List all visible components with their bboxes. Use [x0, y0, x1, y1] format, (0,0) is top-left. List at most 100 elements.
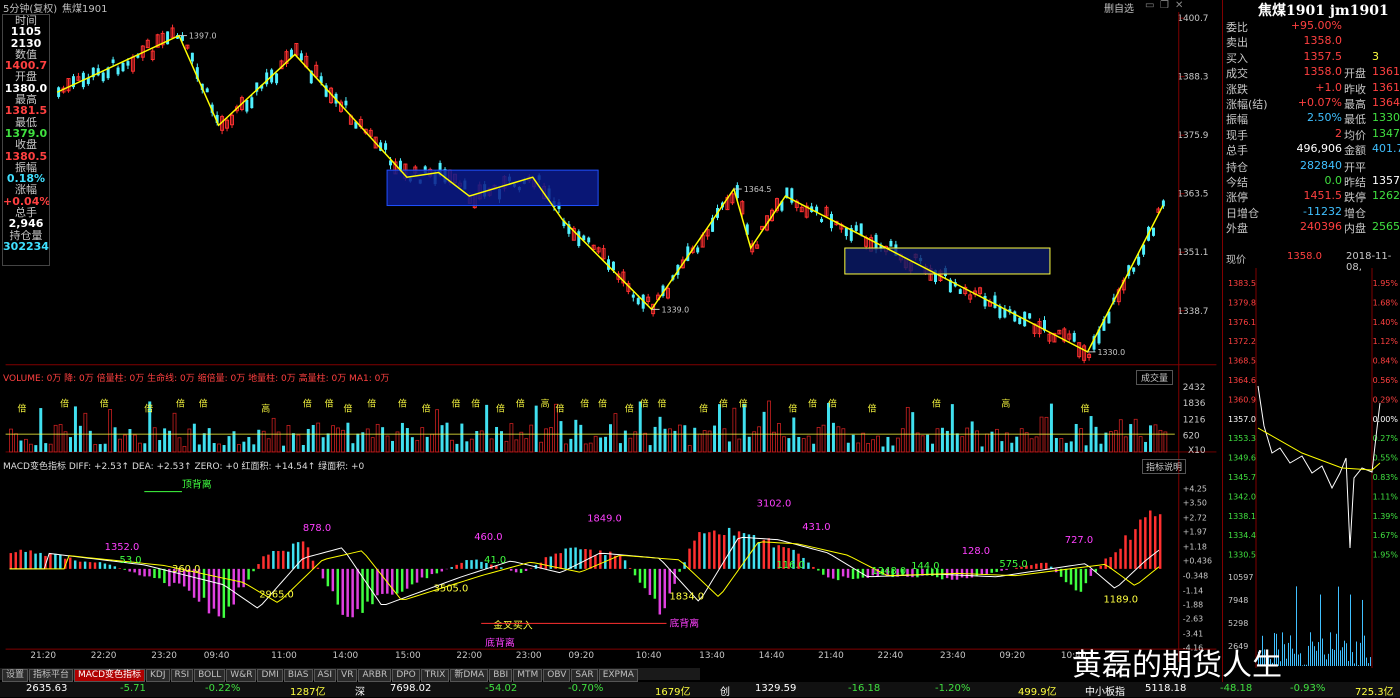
tab-dpo[interactable]: DPO: [392, 669, 419, 682]
quote-key-2: 昨收: [1344, 81, 1366, 97]
volume-bar: [1149, 425, 1152, 452]
candle-body: [250, 97, 253, 108]
macd-bar: [1070, 569, 1072, 585]
macd-bar: [10, 553, 12, 569]
volume-bar: [1129, 424, 1132, 452]
macd-bar: [1030, 565, 1032, 569]
mini-right-tick: 0.84%: [1373, 357, 1399, 366]
volume-bar: [421, 428, 424, 452]
intraday-mini-chart[interactable]: 1383.51379.81376.11372.21368.51364.61360…: [1222, 268, 1400, 668]
volume-mark: 倍: [303, 397, 312, 409]
volume-bar: [619, 443, 622, 452]
tab-expma[interactable]: EXPMA: [599, 669, 638, 682]
tab-vr[interactable]: VR: [337, 669, 357, 682]
quote-key-2: 跌停: [1344, 189, 1366, 205]
tab-boll[interactable]: BOLL: [194, 669, 225, 682]
volume-bar: [213, 443, 216, 452]
volume-bar: [1139, 437, 1142, 452]
macd-bar: [1119, 549, 1121, 569]
price-tick: 1400.7: [1177, 14, 1208, 24]
volume-bar: [396, 432, 399, 452]
candle-body: [102, 73, 105, 82]
macd-bar: [480, 562, 482, 569]
kline-chart[interactable]: 1397.01364.51339.01330.0 1400.71388.3137…: [0, 12, 1222, 662]
tab-bbi[interactable]: BBI: [489, 669, 512, 682]
small-window-icon[interactable]: ▭: [1145, 0, 1154, 11]
quote-key: 外盘: [1226, 220, 1248, 236]
close-icon[interactable]: ✕: [1175, 0, 1183, 11]
macd-label: 53.0: [120, 555, 142, 566]
tab-w&r[interactable]: W&R: [226, 669, 256, 682]
volume-bar: [688, 445, 691, 451]
macd-bar: [1035, 564, 1037, 569]
macd-bar: [956, 569, 958, 580]
volume-bar: [738, 439, 741, 452]
tab-bias[interactable]: BIAS: [284, 669, 313, 682]
index-value: -0.93%: [1290, 683, 1325, 694]
tab-设置[interactable]: 设置: [2, 669, 28, 682]
macd-tick: +4.25: [1183, 484, 1207, 493]
volume-bar: [173, 413, 176, 452]
volume-bar: [540, 442, 543, 452]
time-tick: 13:40: [699, 651, 725, 661]
quote-value: 1358.0: [1256, 65, 1342, 78]
macd-bar: [550, 557, 552, 569]
mini-left-tick: 1330.5: [1228, 551, 1256, 560]
volume-bar: [337, 428, 340, 452]
macd-bar: [728, 528, 730, 569]
intraday-average-line: [1258, 428, 1380, 470]
time-tick: 23:40: [940, 651, 966, 661]
volume-bar: [143, 443, 146, 452]
macd-bar: [411, 569, 413, 585]
tab-obv[interactable]: OBV: [543, 669, 570, 682]
volume-legend: VOLUME: 0万 降: 0万 倍量柱: 0万 生命线: 0万 缩倍量: 0万…: [3, 371, 389, 384]
candle-body: [384, 143, 387, 150]
macd-bar: [470, 560, 472, 569]
macd-bar: [39, 553, 41, 569]
tab-dmi[interactable]: DMI: [257, 669, 282, 682]
tab-arbr[interactable]: ARBR: [358, 669, 391, 682]
tab-kdj[interactable]: KDJ: [146, 669, 170, 682]
tab-mtm[interactable]: MTM: [513, 669, 542, 682]
volume-bar: [69, 437, 72, 452]
volume-bar: [188, 429, 191, 452]
price-tick: 1363.5: [1177, 190, 1208, 200]
volume-bar: [842, 429, 845, 452]
macd-bar: [986, 569, 988, 574]
tab-macd变色指标[interactable]: MACD变色指标: [74, 669, 145, 682]
tab-指标平台[interactable]: 指标平台: [29, 669, 73, 682]
quote-key: 振幅: [1226, 111, 1248, 127]
volume-button[interactable]: 成交量: [1136, 370, 1173, 385]
tab-新dma[interactable]: 新DMA: [450, 669, 488, 682]
restore-icon[interactable]: ❐: [1160, 0, 1169, 11]
volume-bar: [163, 428, 166, 452]
index-value: 深: [355, 683, 365, 698]
tab-sar[interactable]: SAR: [571, 669, 597, 682]
candle-body: [166, 31, 169, 44]
macd-bar: [703, 533, 705, 569]
macd-bar: [589, 550, 591, 569]
volume-bar: [792, 418, 795, 452]
volume-bar: [138, 443, 141, 452]
macd-label: 1834.0: [669, 592, 704, 603]
zigzag-trend-line: [57, 36, 1163, 352]
macd-bar: [748, 534, 750, 568]
mini-left-tick: 1338.1: [1228, 512, 1256, 521]
volume-bar: [569, 439, 572, 452]
macd-bar: [569, 548, 571, 569]
tab-rsi[interactable]: RSI: [171, 669, 194, 682]
tab-trix[interactable]: TRIX: [421, 669, 450, 682]
macd-tick: +1.97: [1183, 528, 1207, 537]
volume-bar: [921, 436, 924, 452]
volume-bar: [1099, 444, 1102, 452]
tab-asi[interactable]: ASI: [314, 669, 337, 682]
quote-key: 成交: [1226, 65, 1248, 81]
candle-body: [1137, 257, 1140, 265]
indicator-help-button[interactable]: 指标说明: [1142, 459, 1186, 474]
volume-bar: [609, 424, 612, 452]
mini-volume-bar: [1342, 647, 1343, 666]
macd-bar: [654, 569, 656, 599]
volume-bar: [802, 439, 805, 452]
volume-bar: [59, 425, 62, 452]
volume-bar: [530, 425, 533, 452]
